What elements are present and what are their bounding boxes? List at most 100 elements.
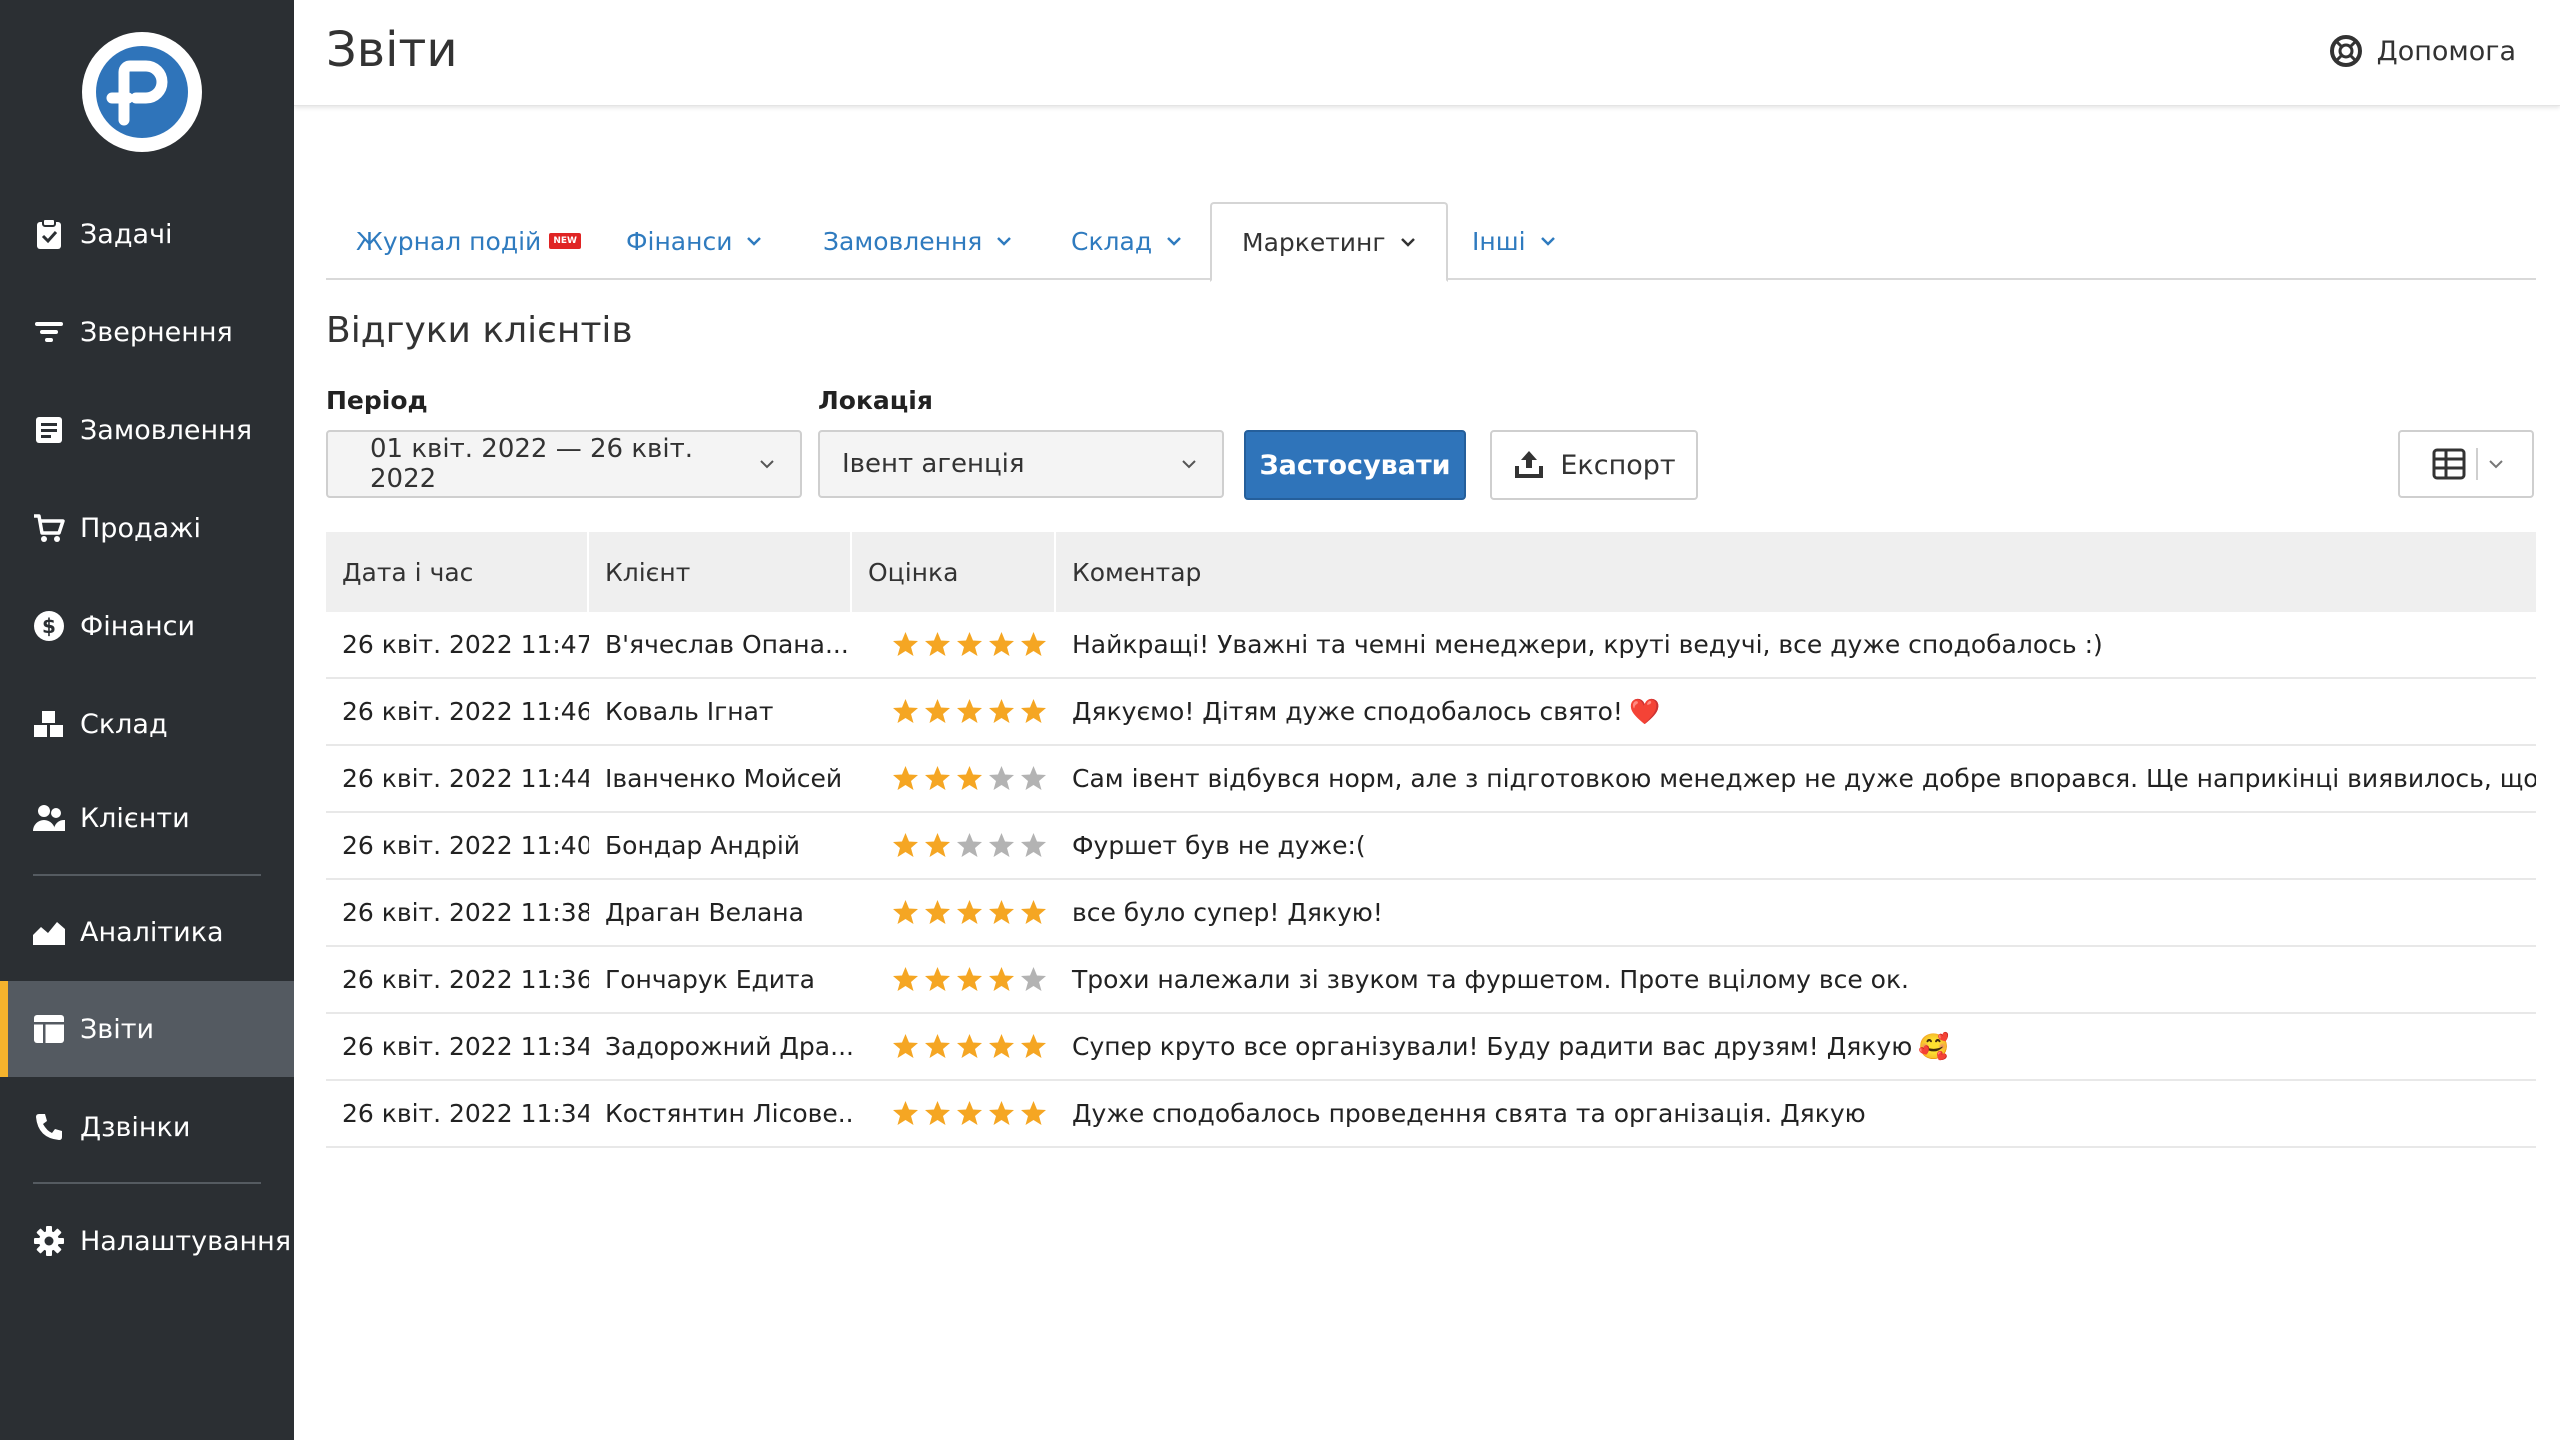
cart-icon xyxy=(32,511,66,545)
comment-text: Дякуємо! Дітям дуже сподобалось свято! xyxy=(1072,697,1623,726)
sidebar-item-label: Склад xyxy=(80,708,168,740)
users-icon xyxy=(32,801,66,835)
cell-datetime: 26 квіт. 2022 11:34 xyxy=(342,1032,589,1061)
period-picker[interactable]: 01 квіт. 2022 — 26 квіт. 2022 xyxy=(326,430,802,498)
cell-client: Задорожний Дра... xyxy=(605,1032,852,1061)
chevron-down-icon xyxy=(1182,460,1196,469)
tab-orders[interactable]: Замовлення xyxy=(793,202,1042,280)
tab-warehouse[interactable]: Склад xyxy=(1041,202,1212,280)
sidebar-item-label: Звіти xyxy=(80,1013,154,1045)
table-row[interactable]: 26 квіт. 2022 11:38 Драган Велана все було… xyxy=(326,880,2536,947)
star-filled-icon xyxy=(957,632,982,656)
column-header-comment[interactable]: Коментар xyxy=(1056,532,2536,612)
sidebar-item-calls[interactable]: Дзвінки xyxy=(0,1079,294,1175)
location-select[interactable]: Івент агенція xyxy=(818,430,1224,498)
table-row[interactable]: 26 квіт. 2022 11:46 Коваль Ігнат Дякуємо! … xyxy=(326,679,2536,746)
sidebar-item-label: Клієнти xyxy=(80,802,190,834)
comment-emoji: 🥰 xyxy=(1918,1031,1950,1061)
cell-rating xyxy=(852,1014,1056,1079)
top-header: Звіти Допомога xyxy=(294,0,2560,106)
cell-client: Іванченко Мойсей xyxy=(605,764,843,793)
star-filled-icon xyxy=(925,1034,950,1058)
sidebar-item-clients[interactable]: Клієнти xyxy=(0,770,294,866)
sidebar-item-label: Замовлення xyxy=(80,414,253,446)
table-header: Дата і час Клієнт Оцінка Коментар xyxy=(326,532,2536,612)
clipboard-check-icon xyxy=(32,217,66,251)
tab-event-log[interactable]: Журнал подій NEW xyxy=(326,202,611,280)
sidebar-item-finance[interactable]: $ Фінанси xyxy=(0,578,294,674)
star-filled-icon xyxy=(893,900,918,924)
star-filled-icon xyxy=(893,1101,918,1125)
phone-icon xyxy=(32,1110,66,1144)
cell-comment: Сам івент відбувся норм, але з підготовк… xyxy=(1056,746,2536,811)
star-filled-icon xyxy=(893,632,918,656)
tab-label: Фінанси xyxy=(626,226,733,256)
view-options-button[interactable] xyxy=(2398,430,2534,498)
star-filled-icon xyxy=(957,766,982,790)
sidebar-item-orders[interactable]: Замовлення xyxy=(0,382,294,478)
star-filled-icon xyxy=(893,699,918,723)
star-filled-icon xyxy=(1021,632,1046,656)
star-rating xyxy=(868,832,1052,859)
period-value: 01 квіт. 2022 — 26 квіт. 2022 xyxy=(370,434,693,494)
column-header-rating[interactable]: Оцінка xyxy=(852,532,1056,612)
tab-other[interactable]: Інші xyxy=(1442,202,1586,280)
sidebar-item-tasks[interactable]: Задачі xyxy=(0,186,294,282)
sidebar-item-analytics[interactable]: Аналітика xyxy=(0,884,294,980)
sidebar-item-requests[interactable]: Звернення xyxy=(0,284,294,380)
table-row[interactable]: 26 квіт. 2022 11:36 Гончарук Едита Трохи н… xyxy=(326,947,2536,1014)
table-row[interactable]: 26 квіт. 2022 11:40 Бондар Андрій Фуршет б… xyxy=(326,813,2536,880)
star-filled-icon xyxy=(925,766,950,790)
app-logo[interactable] xyxy=(82,32,202,152)
sidebar-item-settings[interactable]: Налаштування xyxy=(0,1193,294,1289)
chevron-down-icon xyxy=(1540,237,1555,246)
star-empty-icon xyxy=(1021,766,1046,790)
star-filled-icon xyxy=(989,900,1014,924)
star-filled-icon xyxy=(1021,699,1046,723)
star-filled-icon xyxy=(1021,1101,1046,1125)
sidebar-item-sales[interactable]: Продажі xyxy=(0,480,294,576)
table-row[interactable]: 26 квіт. 2022 11:44 Іванченко Мойсей Сам і… xyxy=(326,746,2536,813)
tab-marketing[interactable]: Маркетинг xyxy=(1210,202,1448,282)
comment-text: Сам івент відбувся норм, але з підготовк… xyxy=(1072,764,2536,793)
star-filled-icon xyxy=(989,1101,1014,1125)
export-button[interactable]: Експорт xyxy=(1490,430,1698,500)
chevron-down-icon xyxy=(1400,238,1415,247)
cell-client: Гончарук Едита xyxy=(605,965,815,994)
star-filled-icon xyxy=(957,1034,982,1058)
help-link[interactable]: Допомога xyxy=(2329,34,2516,68)
apply-button[interactable]: Застосувати xyxy=(1244,430,1466,500)
table-row[interactable]: 26 квіт. 2022 11:47 В'ячеслав Опана... Най… xyxy=(326,612,2536,679)
tab-label: Замовлення xyxy=(823,226,983,256)
cell-client: Коваль Ігнат xyxy=(605,697,774,726)
table-row[interactable]: 26 квіт. 2022 11:34 Костянтин Лісове... Ду… xyxy=(326,1081,2536,1148)
comment-text: Трохи належали зі звуком та фуршетом. Пр… xyxy=(1072,965,1909,994)
star-filled-icon xyxy=(925,699,950,723)
sidebar-item-label: Продажі xyxy=(80,512,201,544)
cell-comment: Фуршет був не дуже:( xyxy=(1056,813,2536,878)
column-header-client[interactable]: Клієнт xyxy=(589,532,852,612)
sidebar-item-label: Налаштування xyxy=(80,1225,292,1257)
star-filled-icon xyxy=(957,699,982,723)
star-empty-icon xyxy=(989,766,1014,790)
tab-finance[interactable]: Фінанси xyxy=(596,202,792,280)
star-filled-icon xyxy=(989,967,1014,991)
sidebar-divider xyxy=(33,874,261,876)
sidebar-item-reports[interactable]: Звіти xyxy=(0,981,294,1077)
cell-client: Драган Велана xyxy=(605,898,804,927)
cell-comment: Найкращі! Уважні та чемні менеджери, кру… xyxy=(1056,612,2536,677)
chevron-down-icon xyxy=(997,237,1012,246)
column-header-datetime[interactable]: Дата і час xyxy=(326,532,589,612)
sidebar-item-warehouse[interactable]: Склад xyxy=(0,676,294,772)
table-row[interactable]: 26 квіт. 2022 11:34 Задорожний Дра... Супе… xyxy=(326,1014,2536,1081)
report-tabs: Журнал подій NEW Фінанси Замовлення Скла… xyxy=(326,202,2536,282)
svg-text:$: $ xyxy=(42,614,56,638)
report-title: Відгуки клієнтів xyxy=(326,310,633,351)
star-filled-icon xyxy=(1021,1034,1046,1058)
cell-rating xyxy=(852,1081,1056,1146)
feedback-table: Дата і час Клієнт Оцінка Коментар 26 кві… xyxy=(326,532,2536,1148)
comment-text: Найкращі! Уважні та чемні менеджери, кру… xyxy=(1072,630,2103,659)
cell-datetime: 26 квіт. 2022 11:44 xyxy=(342,764,589,793)
star-filled-icon xyxy=(925,967,950,991)
star-rating xyxy=(868,631,1052,658)
